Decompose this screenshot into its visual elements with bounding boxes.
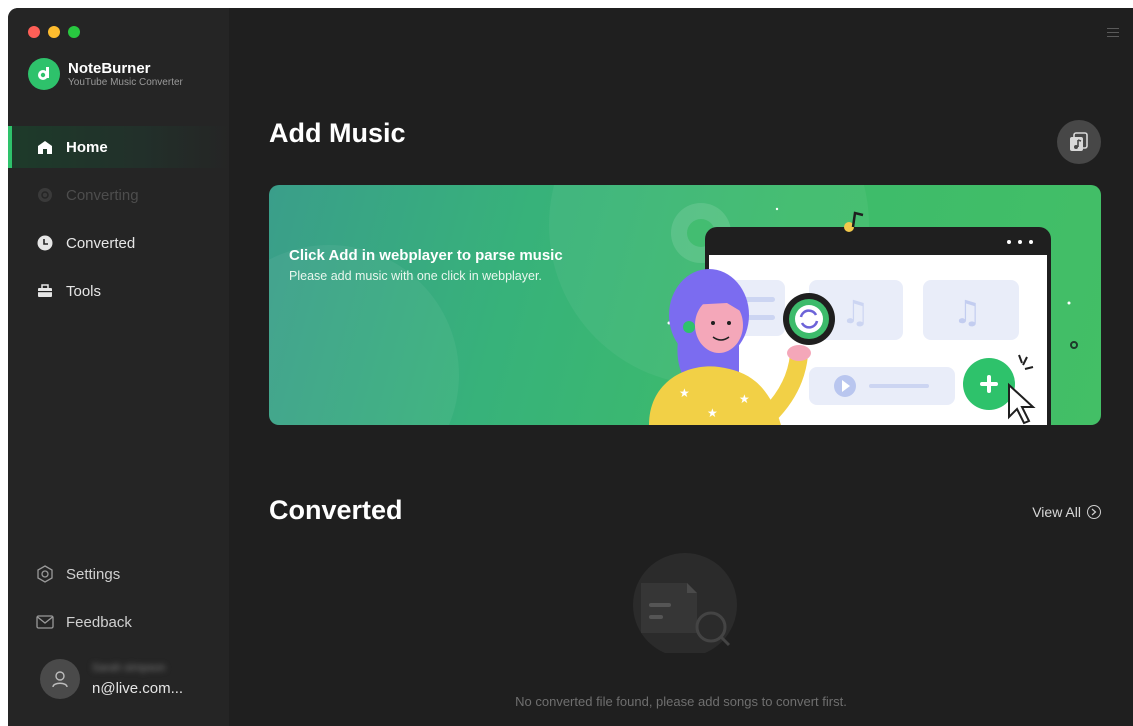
converted-title: Converted [269,495,403,525]
view-all-link[interactable]: View All [1032,504,1101,520]
user-name: Sarah simpson [92,661,166,674]
chevron-right-icon [1087,505,1101,519]
banner-illustration: ♫ ♫ ★ ★ ★ [269,185,1078,425]
app-name: NoteBurner [68,59,151,77]
add-music-title: Add Music [269,118,406,148]
empty-file-search-icon [633,553,737,653]
svg-text:★: ★ [679,386,690,400]
maximize-window-button[interactable] [68,26,80,38]
user-account[interactable]: Sarah simpson n@live.com... [40,659,183,699]
sidebar-item-tools[interactable]: Tools [8,270,229,312]
app-subtitle: YouTube Music Converter [68,76,183,88]
sidebar: NoteBurner YouTube Music Converter Home … [8,8,229,726]
brand: NoteBurner YouTube Music Converter [28,58,183,90]
sidebar-item-home[interactable]: Home [8,126,229,168]
banner-title: Click Add in webplayer to parse music [289,247,563,264]
sidebar-item-label: Converted [66,234,136,252]
sidebar-nav: Home Converting Converted Tools [8,126,229,318]
close-window-button[interactable] [28,26,40,38]
music-file-icon [1070,132,1088,151]
mail-icon [36,613,54,631]
add-music-banner[interactable]: ♫ ♫ ★ ★ ★ Click Add in webplayer to pars… [269,185,1101,425]
add-music-button[interactable] [1057,120,1101,164]
user-icon [52,671,68,688]
sidebar-item-label: Converting [66,186,139,204]
svg-text:♫: ♫ [953,293,982,331]
clock-icon [36,234,54,252]
svg-text:★: ★ [739,392,750,406]
sidebar-item-label: Feedback [66,613,132,631]
sidebar-bottom-nav: Settings Feedback [8,553,229,649]
user-email: n@live.com... [92,679,184,697]
banner-subtitle: Please add music with one click in webpl… [289,269,542,283]
view-all-label: View All [1032,504,1081,520]
app-window: NoteBurner YouTube Music Converter Home … [8,8,1133,726]
empty-state-text: No converted file found, please add song… [515,694,847,709]
sidebar-item-feedback[interactable]: Feedback [8,601,229,643]
home-icon [36,138,54,156]
sidebar-item-converted[interactable]: Converted [8,222,229,264]
minimize-window-button[interactable] [48,26,60,38]
menu-icon[interactable] [1107,28,1119,40]
window-controls [28,26,80,38]
noteburner-logo-icon [28,58,60,90]
toolbox-icon [36,282,54,300]
svg-text:★: ★ [707,406,718,420]
svg-text:♫: ♫ [841,293,870,331]
sidebar-item-label: Home [66,138,108,156]
converting-icon [36,186,54,204]
main-content: Add Music ♫ ♫ ★ ★ ★ Click Add in webplay… [229,8,1133,726]
avatar [40,659,80,699]
sidebar-item-label: Settings [66,565,121,583]
sidebar-item-settings[interactable]: Settings [8,553,229,595]
gear-icon [36,565,54,583]
sidebar-item-converting[interactable]: Converting [8,174,229,216]
sidebar-item-label: Tools [66,282,102,300]
